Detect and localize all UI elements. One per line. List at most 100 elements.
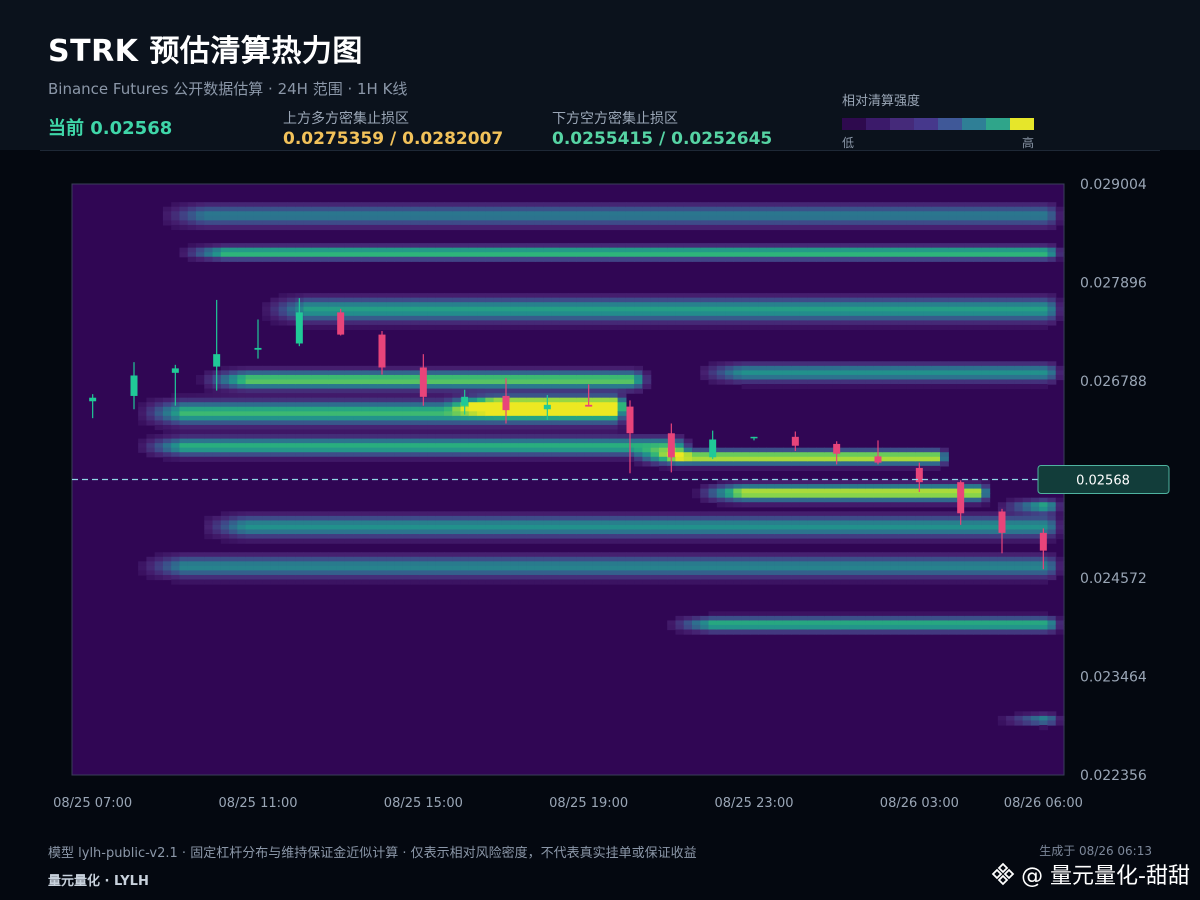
heatmap-cell (725, 524, 734, 531)
heatmap-cell (766, 461, 776, 467)
heatmap-cell (518, 311, 528, 317)
heatmap-cell (328, 443, 338, 449)
heatmap-cell (857, 579, 867, 585)
heatmap-cell (807, 574, 817, 581)
heatmap-cell (683, 556, 693, 562)
heatmap-cell (551, 293, 561, 299)
heatmap-cell (336, 574, 346, 581)
heatmap-cell (171, 438, 181, 444)
heatmap-cell (320, 252, 329, 258)
heatmap-cell (667, 515, 677, 522)
heatmap-cell (212, 561, 222, 567)
heatmap-cell (865, 256, 875, 262)
heatmap-cell (435, 415, 445, 421)
heatmap-cell (683, 252, 693, 258)
heatmap-cell (840, 529, 850, 535)
heatmap-cell (609, 561, 619, 567)
heatmap-cell (568, 379, 577, 385)
heatmap-cell (915, 565, 925, 572)
heatmap-cell (303, 247, 313, 253)
heatmap-cell (849, 320, 858, 326)
heatmap-cell (394, 256, 404, 262)
heatmap-cell (816, 365, 825, 371)
heatmap-cell (824, 538, 834, 544)
heatmap-cell (245, 534, 255, 540)
heatmap-cell (873, 293, 883, 299)
heatmap-cell (873, 320, 883, 326)
heatmap-cell (518, 306, 528, 312)
heatmap-cell (692, 306, 701, 312)
heatmap-cell (824, 488, 834, 494)
heatmap-cell (716, 565, 726, 572)
heatmap-cell (956, 247, 966, 253)
heatmap-cell (262, 556, 271, 562)
heatmap-cell (601, 420, 610, 426)
heatmap-cell (692, 561, 701, 567)
heatmap-cell (782, 465, 792, 472)
heatmap-cell (534, 452, 544, 458)
heatmap-cell (328, 561, 338, 567)
heatmap-cell (303, 529, 313, 535)
heatmap-cell (601, 393, 610, 399)
heatmap-cell (369, 415, 379, 421)
heatmap-cell (733, 311, 743, 317)
heatmap-cell (782, 629, 792, 635)
heatmap-cell (816, 561, 825, 567)
heatmap-cell (592, 524, 602, 531)
heatmap-cell (873, 484, 883, 490)
heatmap-cell (882, 497, 891, 503)
heatmap-cell (460, 420, 470, 426)
heatmap-cell (617, 388, 627, 394)
heatmap-cell (477, 420, 486, 426)
heatmap-cell (634, 365, 643, 371)
heatmap-cell (741, 206, 751, 212)
heatmap-cell (179, 456, 189, 462)
heatmap-cell (857, 243, 867, 249)
heatmap-cell (964, 579, 974, 585)
heatmap-cell (460, 438, 470, 444)
heatmap-cell (377, 388, 387, 394)
heatmap-cell (700, 311, 710, 317)
heatmap-cell (559, 215, 569, 221)
heatmap-cell (427, 424, 437, 431)
heatmap-cell (832, 574, 842, 581)
heatmap-cell (857, 374, 867, 381)
heatmap-cell (477, 397, 486, 403)
heatmap-cell (435, 529, 445, 535)
heatmap-cell (485, 202, 495, 208)
heatmap-cell (402, 324, 412, 331)
heatmap-cell (295, 429, 305, 435)
heatmap-cell (758, 579, 767, 585)
heatmap-cell (617, 574, 627, 581)
heatmap-cell (146, 570, 156, 576)
heatmap-cell (617, 365, 627, 371)
heatmap-cell (187, 434, 197, 440)
heatmap-cell (468, 429, 478, 435)
heatmap-cell (658, 324, 668, 331)
heatmap-cell (501, 302, 511, 308)
heatmap-cell (270, 565, 280, 572)
heatmap-cell (857, 206, 867, 212)
heatmap-cell (766, 311, 776, 317)
legend-swatch (938, 118, 962, 130)
heatmap-cell (609, 424, 619, 431)
heatmap-cell (394, 570, 404, 576)
heatmap-cell (857, 624, 867, 631)
heatmap-cell (584, 515, 594, 522)
heatmap-cell (741, 561, 751, 567)
heatmap-cell (204, 388, 214, 394)
heatmap-cell (559, 538, 569, 544)
heatmap-cell (749, 384, 759, 390)
heatmap-cell (394, 202, 404, 208)
heatmap-cell (915, 538, 925, 544)
heatmap-cell (245, 579, 255, 585)
heatmap-cell (204, 384, 214, 390)
heatmap-cell (328, 438, 338, 444)
heatmap-cell (799, 511, 809, 517)
heatmap-cell (328, 379, 338, 385)
heatmap-cell (940, 224, 949, 231)
heatmap-cell (278, 529, 288, 535)
heatmap-cell (741, 615, 751, 622)
heatmap-cell (452, 247, 462, 253)
heatmap-cell (683, 215, 693, 221)
